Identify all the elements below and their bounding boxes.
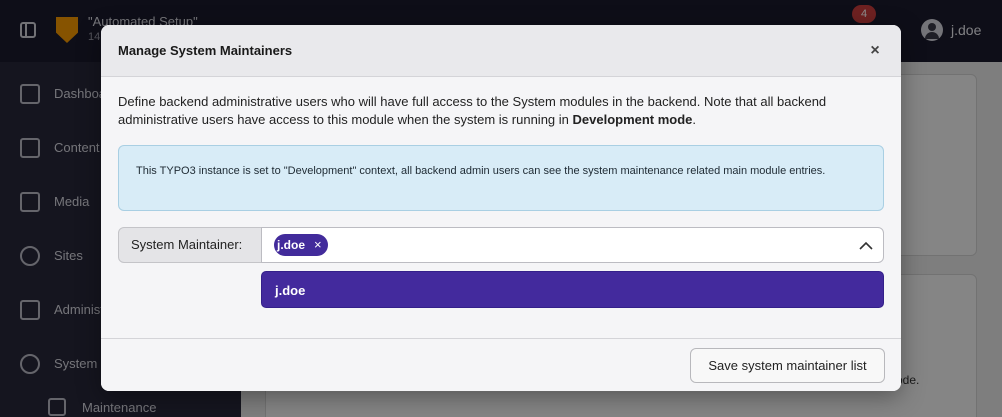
modal-description: Define backend administrative users who … [118, 93, 888, 129]
selected-user-tag: j.doe × [274, 234, 328, 256]
close-button[interactable]: × [863, 40, 887, 62]
description-emphasis: Development mode [572, 112, 693, 127]
description-text: Define backend administrative users who … [118, 94, 827, 127]
system-maintainer-label: System Maintainer: [118, 227, 263, 263]
modal-header: Manage System Maintainers × [101, 25, 901, 77]
save-maintainer-list-button[interactable]: Save system maintainer list [690, 348, 885, 383]
remove-tag-button[interactable]: × [314, 237, 322, 252]
dropdown-option-jdoe[interactable]: j.doe [261, 271, 884, 308]
system-maintainers-modal: Manage System Maintainers × Define backe… [101, 25, 901, 391]
info-text: This TYPO3 instance is set to "Developme… [136, 165, 826, 177]
info-callout: This TYPO3 instance is set to "Developme… [118, 145, 884, 211]
description-end: . [692, 112, 697, 127]
modal-footer: Save system maintainer list [101, 338, 901, 391]
option-label: j.doe [275, 283, 306, 298]
modal-title: Manage System Maintainers [118, 43, 293, 58]
tag-label: j.doe [277, 238, 306, 252]
system-maintainer-select[interactable]: j.doe × [261, 227, 884, 263]
chevron-up-icon[interactable] [859, 239, 873, 253]
